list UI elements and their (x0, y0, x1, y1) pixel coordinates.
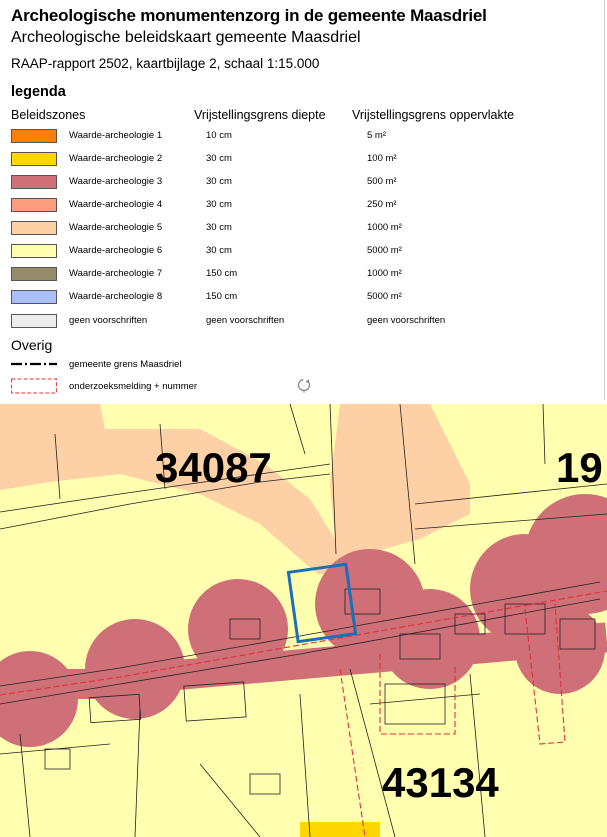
legend-panel: Archeologische monumentenzorg in de geme… (0, 0, 607, 400)
map-title: Archeologische monumentenzorg in de geme… (11, 6, 487, 25)
zone-area: 500 m² (367, 176, 397, 187)
legend-row: Waarde-archeologie 5 30 cm 1000 m² (0, 219, 607, 239)
rotate-handle-icon[interactable] (296, 377, 312, 393)
zone-name: Waarde-archeologie 2 (69, 153, 163, 164)
zone-swatch (11, 244, 57, 258)
zone-name: Waarde-archeologie 1 (69, 130, 163, 141)
map-view[interactable]: 34087 19 43134 (0, 404, 607, 837)
zone-depth: 30 cm (206, 176, 232, 187)
legend-row: Waarde-archeologie 8 150 cm 5000 m² (0, 288, 607, 308)
zone-depth: 30 cm (206, 199, 232, 210)
zone-swatch (11, 129, 57, 143)
map-zone2-patch (300, 822, 380, 837)
zone-area: 100 m² (367, 153, 397, 164)
zone-depth: 150 cm (206, 291, 238, 302)
zone-depth: 30 cm (206, 222, 232, 233)
zone-swatch (11, 267, 57, 281)
legend-row: Waarde-archeologie 4 30 cm 250 m² (0, 196, 607, 216)
column-header-zones: Beleidszones (11, 108, 86, 122)
report-reference: RAAP-rapport 2502, kaartbijlage 2, schaa… (11, 56, 320, 71)
other-heading: Overig (11, 337, 53, 353)
column-header-area: Vrijstellingsgrens oppervlakte (352, 108, 515, 122)
melding-number: 19 (556, 444, 603, 491)
zone-name: Waarde-archeologie 3 (69, 176, 163, 187)
zone-name: Waarde-archeologie 5 (69, 222, 163, 233)
melding-number: 43134 (382, 759, 499, 806)
zone-depth: 10 cm (206, 130, 232, 141)
legend-row: Waarde-archeologie 2 30 cm 100 m² (0, 150, 607, 170)
legend-row: Waarde-archeologie 7 150 cm 1000 m² (0, 265, 607, 285)
panel-border (604, 0, 605, 400)
zone-swatch (11, 314, 57, 328)
legend-row: Waarde-archeologie 1 10 cm 5 m² (0, 127, 607, 147)
melding-number: 34087 (155, 444, 272, 491)
zone-area: geen voorschriften (367, 315, 446, 326)
legend-row: Waarde-archeologie 6 30 cm 5000 m² (0, 242, 607, 262)
zone-swatch (11, 221, 57, 235)
municipal-border-symbol (11, 362, 57, 366)
zone-area: 5000 m² (367, 291, 402, 302)
zone-name: Waarde-archeologie 8 (69, 291, 163, 302)
zone-name: Waarde-archeologie 7 (69, 268, 163, 279)
zone-depth: 30 cm (206, 153, 232, 164)
zone-name: Waarde-archeologie 4 (69, 199, 163, 210)
zone-swatch (11, 198, 57, 212)
zone-area: 5000 m² (367, 245, 402, 256)
legend-heading: legenda (11, 84, 66, 100)
melding-symbol (11, 378, 57, 394)
zone-depth: geen voorschriften (206, 315, 285, 326)
zone-name: geen voorschriften (69, 315, 148, 326)
zone-area: 5 m² (367, 130, 386, 141)
zone-depth: 30 cm (206, 245, 232, 256)
other-item-label: onderzoeksmelding + nummer (69, 381, 198, 392)
column-header-depth: Vrijstellingsgrens diepte (194, 108, 326, 122)
zone-swatch (11, 290, 57, 304)
zone-depth: 150 cm (206, 268, 238, 279)
legend-row: Waarde-archeologie 3 30 cm 500 m² (0, 173, 607, 193)
zone-area: 1000 m² (367, 222, 402, 233)
map-subtitle: Archeologische beleidskaart gemeente Maa… (11, 29, 361, 46)
zone-swatch (11, 152, 57, 166)
zone-area: 250 m² (367, 199, 397, 210)
other-item-label: gemeente grens Maasdriel (69, 359, 182, 370)
zone-name: Waarde-archeologie 6 (69, 245, 163, 256)
legend-row: geen voorschriften geen voorschriften ge… (0, 312, 607, 332)
zone-area: 1000 m² (367, 268, 402, 279)
zone-swatch (11, 175, 57, 189)
